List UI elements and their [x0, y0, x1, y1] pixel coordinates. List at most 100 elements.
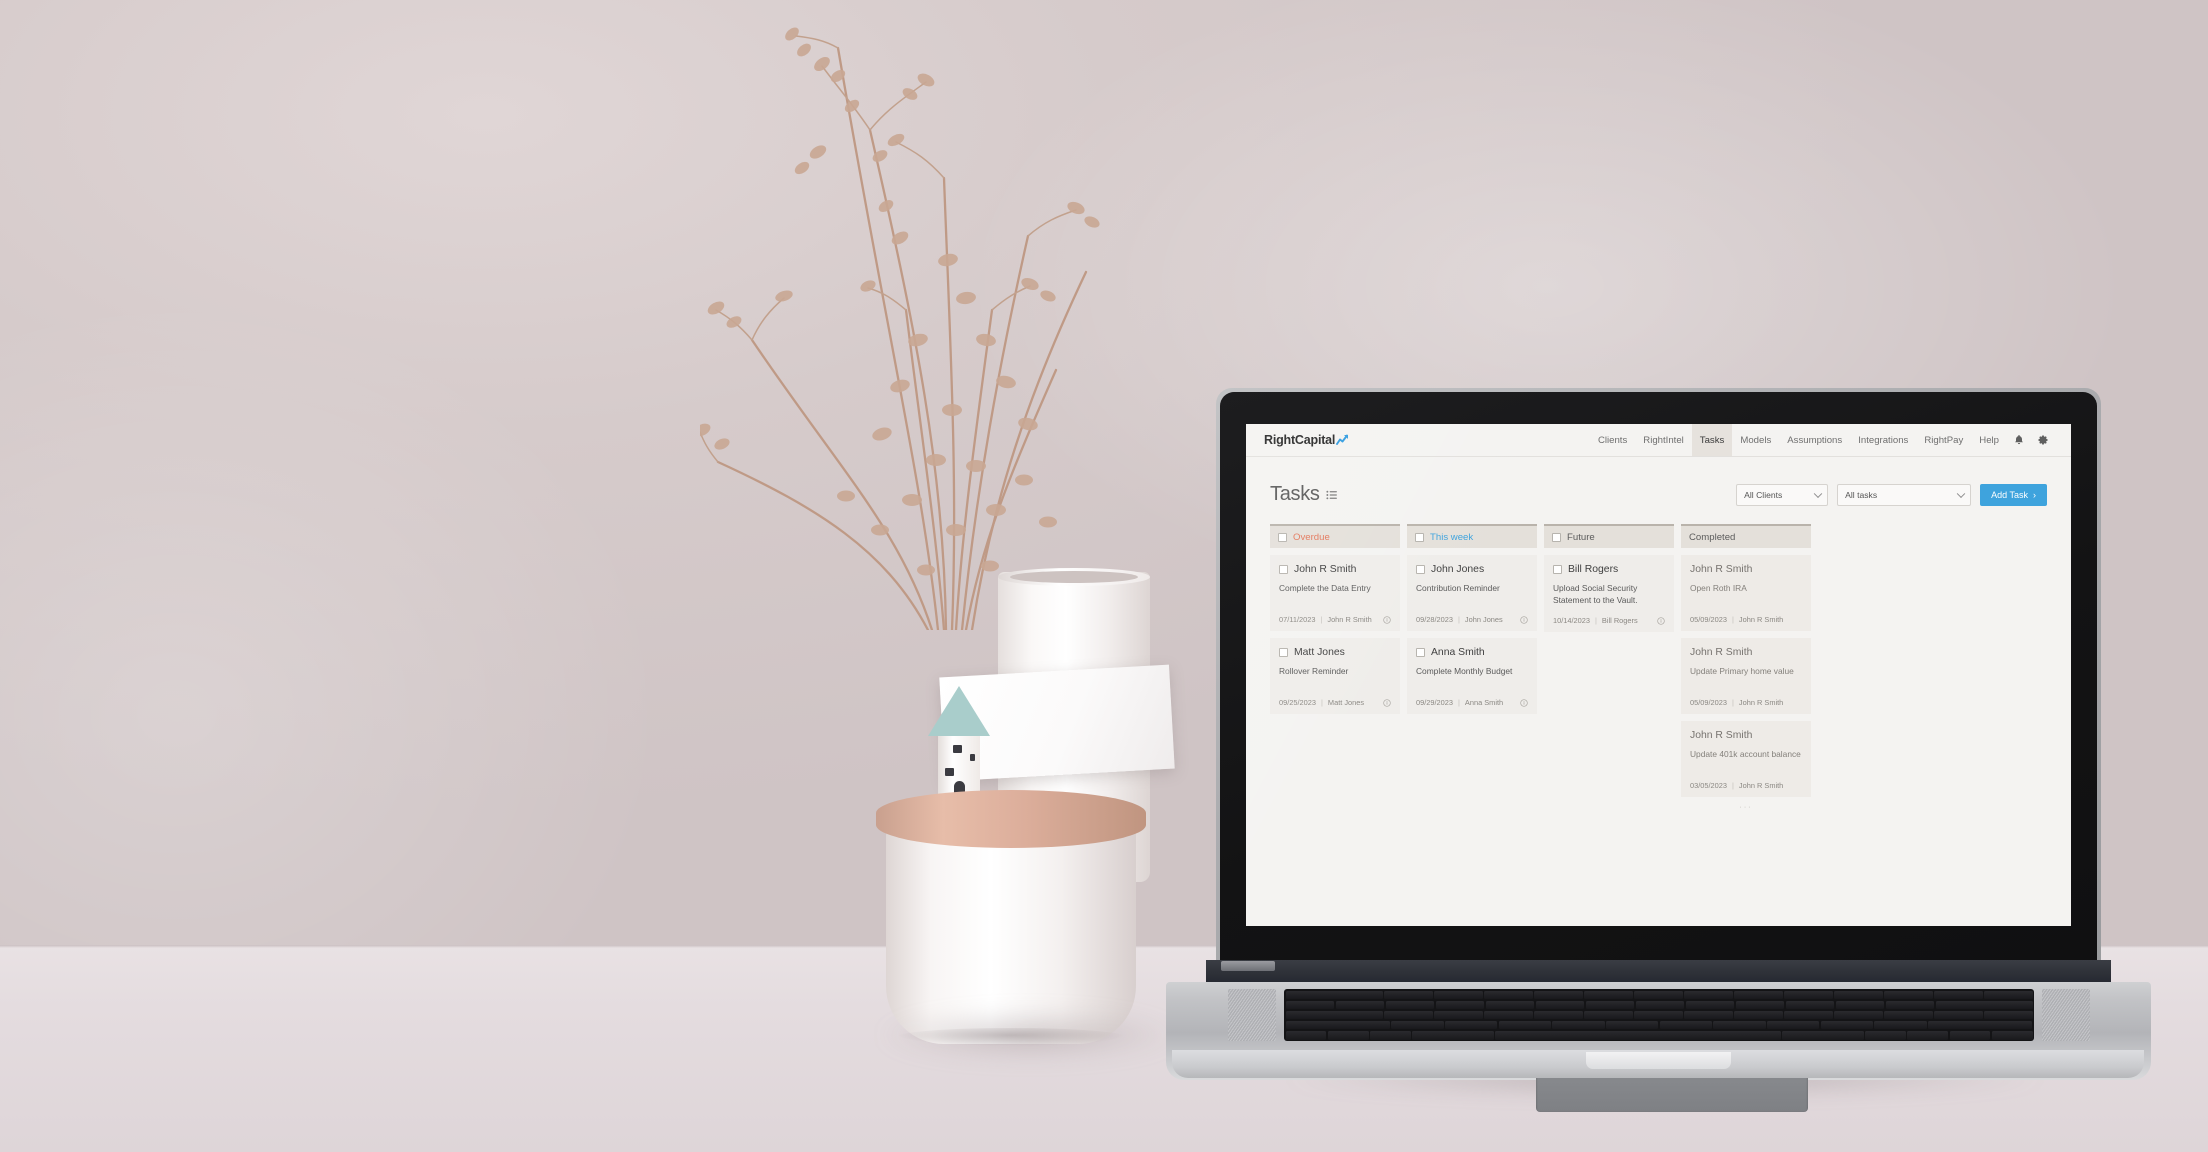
column-select-checkbox[interactable] — [1278, 532, 1287, 542]
task-description: Open Roth IRA — [1690, 583, 1747, 593]
footer-separator: | — [1732, 615, 1734, 624]
nav-item-assumptions[interactable]: Assumptions — [1779, 424, 1850, 456]
task-card[interactable]: John R Smith Open Roth IRA 05/09/2023 | … — [1681, 555, 1811, 631]
task-client-name: John R Smith — [1294, 564, 1357, 575]
task-complete-checkbox[interactable] — [1553, 565, 1562, 574]
column-title: This week — [1430, 531, 1474, 543]
task-description: Rollover Reminder — [1279, 666, 1349, 676]
task-owner: John Jones — [1464, 615, 1503, 624]
task-card[interactable]: John R Smith Update Primary home value 0… — [1681, 638, 1811, 714]
nav-item-clients[interactable]: Clients — [1590, 424, 1635, 456]
task-description: Contribution Reminder — [1416, 583, 1500, 593]
column-header-this-week[interactable]: This week — [1407, 524, 1537, 548]
speaker-grille-left — [1228, 989, 1276, 1041]
task-card[interactable]: John R Smith Update 401k account balance… — [1681, 721, 1811, 797]
footer-separator: | — [1321, 698, 1323, 707]
info-circle-icon[interactable] — [1520, 698, 1528, 707]
board-column-completed: Completed John R Smith Open Roth IRA 05/… — [1681, 524, 1811, 812]
task-due-date: 03/05/2023 — [1690, 781, 1727, 790]
column-header-future[interactable]: Future — [1544, 524, 1674, 548]
task-complete-checkbox[interactable] — [1279, 565, 1288, 574]
info-circle-icon[interactable] — [1383, 615, 1391, 624]
column-title: Completed — [1689, 531, 1736, 543]
task-owner: John R Smith — [1738, 698, 1784, 707]
top-navigation-bar: RightCapital Clients RightIntel Tasks Mo… — [1246, 424, 2071, 457]
column-title: Future — [1567, 531, 1595, 543]
task-due-date: 09/28/2023 — [1416, 615, 1453, 624]
nav-items: Clients RightIntel Tasks Models Assumpti… — [1590, 424, 2055, 456]
task-card[interactable]: Bill Rogers Upload Social Security State… — [1544, 555, 1674, 633]
task-card-footer: 07/11/2023 | John R Smith — [1279, 605, 1391, 624]
laptop-front-lip — [1586, 1052, 1731, 1069]
dried-flowers — [693, 10, 1120, 632]
task-description: Complete the Data Entry — [1279, 583, 1371, 593]
nav-item-integrations[interactable]: Integrations — [1850, 424, 1916, 456]
column-header-overdue[interactable]: Overdue — [1270, 524, 1400, 548]
nav-item-models[interactable]: Models — [1732, 424, 1779, 456]
vase-opening — [1010, 571, 1138, 583]
chevron-down-icon — [1956, 489, 1966, 498]
notification-bell-icon[interactable] — [2007, 424, 2031, 456]
info-circle-icon[interactable] — [1520, 615, 1528, 624]
task-card-footer: 05/09/2023 | John R Smith — [1690, 688, 1802, 707]
client-filter-select[interactable]: All Clients — [1736, 483, 1829, 506]
task-card-footer: 09/28/2023 | John Jones — [1416, 605, 1528, 624]
task-card-footer: 09/29/2023 | Anna Smith — [1416, 688, 1528, 707]
task-card-header: John Jones — [1416, 564, 1528, 575]
photo-scene: RightCapital Clients RightIntel Tasks Mo… — [0, 0, 2208, 1152]
task-card[interactable]: Matt Jones Rollover Reminder 09/25/2023 … — [1270, 638, 1400, 714]
keyboard-row — [1285, 1000, 2033, 1010]
laptop-keyboard — [1284, 989, 2034, 1041]
task-card-header: John R Smith — [1690, 647, 1802, 658]
nav-item-tasks[interactable]: Tasks — [1691, 424, 1733, 456]
task-card-header: John R Smith — [1279, 564, 1391, 575]
column-select-checkbox[interactable] — [1552, 532, 1561, 542]
nav-item-help[interactable]: Help — [1971, 424, 2007, 456]
keyboard-row — [1285, 1030, 2033, 1040]
task-card-header: John R Smith — [1690, 730, 1802, 741]
board-column-this-week: This week John Jones Contribution Remind… — [1407, 524, 1537, 812]
brand-name: RightCapital — [1264, 433, 1336, 447]
column-select-checkbox[interactable] — [1415, 532, 1424, 542]
house-window-right — [970, 754, 975, 761]
task-card[interactable]: Anna Smith Complete Monthly Budget 09/29… — [1407, 638, 1537, 714]
task-due-date: 05/09/2023 — [1690, 615, 1727, 624]
footer-separator: | — [1320, 615, 1323, 624]
footer-separator: | — [1732, 698, 1734, 707]
task-filter-select[interactable]: All tasks — [1837, 483, 1972, 506]
nav-item-rightpay[interactable]: RightPay — [1916, 424, 1971, 456]
task-complete-checkbox[interactable] — [1416, 648, 1425, 657]
page-title: Tasks — [1270, 483, 1320, 505]
next-card-clipped: ··· — [1739, 804, 1753, 811]
task-card[interactable]: John R Smith Complete the Data Entry 07/… — [1270, 555, 1400, 631]
settings-gear-icon[interactable] — [2031, 424, 2055, 456]
info-circle-icon[interactable] — [1657, 617, 1665, 625]
task-client-name: John R Smith — [1690, 564, 1753, 575]
list-view-icon[interactable] — [1326, 489, 1338, 501]
task-description: Update Primary home value — [1690, 666, 1794, 676]
page-header: Tasks All Clients All tasks Add Task › — [1270, 483, 2047, 506]
house-window-lower — [945, 768, 954, 776]
rising-arrow-icon — [1336, 434, 1352, 446]
keyboard-row — [1285, 990, 2033, 1000]
task-card-footer: 03/05/2023 | John R Smith — [1690, 771, 1802, 790]
task-client-name: John R Smith — [1690, 647, 1753, 658]
task-due-date: 09/25/2023 — [1279, 698, 1316, 707]
header-controls: All Clients All tasks Add Task › — [1736, 483, 2047, 506]
rightcapital-app: RightCapital Clients RightIntel Tasks Mo… — [1246, 424, 2071, 926]
speaker-grille-right — [2042, 989, 2090, 1041]
task-card-header: Bill Rogers — [1553, 564, 1665, 575]
brand-logo[interactable]: RightCapital — [1264, 424, 1352, 456]
column-header-completed[interactable]: Completed — [1681, 524, 1811, 548]
hinge-notch — [1221, 961, 1275, 971]
task-card-footer: 09/25/2023 | Matt Jones — [1279, 688, 1391, 707]
add-task-button[interactable]: Add Task › — [1980, 483, 2047, 506]
task-card[interactable]: John Jones Contribution Reminder 09/28/2… — [1407, 555, 1537, 631]
info-circle-icon[interactable] — [1383, 698, 1391, 707]
laptop-screen: RightCapital Clients RightIntel Tasks Mo… — [1246, 424, 2071, 926]
task-complete-checkbox[interactable] — [1416, 565, 1425, 574]
task-complete-checkbox[interactable] — [1279, 648, 1288, 657]
footer-separator: | — [1595, 616, 1597, 626]
nav-item-rightintel[interactable]: RightIntel — [1635, 424, 1692, 456]
task-card-footer: 10/14/2023 | Bill Rogers — [1553, 606, 1665, 625]
